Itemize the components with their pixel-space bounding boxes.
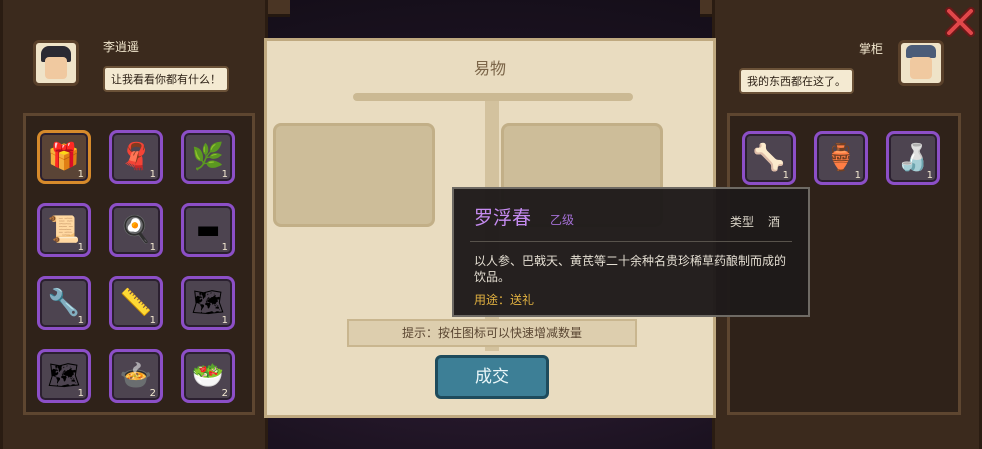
balance-beam [353,93,633,101]
player-item-slot[interactable]: 🗺 1 [181,276,235,330]
shopkeeper-item-slot[interactable]: 🏺 1 [814,131,868,185]
item-count: 1 [221,315,228,326]
player-inventory-panel: 🎁 1 🧣 1 🌿 1 📜 1 🍳 1 ▬ 1 🔧 1 📏 1 🗺 1 🗺 1 🍲 2 🥗 2 [23,113,255,415]
item-count: 1 [77,388,84,399]
item-count: 1 [149,315,156,326]
player-item-slot[interactable]: 🍲 2 [109,349,163,403]
deal-button[interactable]: 成交 [435,355,549,399]
treasure-chest-icon: 🎁 [47,142,81,172]
item-count: 1 [77,242,84,253]
player-item-slot[interactable]: 📜 1 [37,203,91,257]
player-item-slot[interactable]: 📏 1 [109,276,163,330]
close-icon[interactable] [944,6,976,38]
item-count: 1 [782,170,789,181]
bone-icon: 🦴 [752,143,786,173]
item-count: 1 [149,169,156,180]
player-item-slot[interactable]: 🍳 1 [109,203,163,257]
ruler-icon: 📏 [119,288,153,318]
player-speech-bubble: 让我看看你都有什么！ [103,66,229,92]
map-icon: 🗺 [191,288,225,318]
player-item-slot[interactable]: 🎁 1 [37,130,91,184]
item-tooltip: 罗浮春 乙级 类型 酒 以人参、巴戟天、黄芪等二十余种名贵珍稀草药酿制而成的饮品… [452,187,810,317]
item-type-label: 类型 [730,215,755,229]
item-name: 罗浮春 [474,207,532,229]
shopkeeper-name: 掌柜 [859,42,884,56]
item-count: 1 [221,169,228,180]
player-avatar [33,40,79,86]
item-description: 以人参、巴戟天、黄芪等二十余种名贵珍稀草药酿制而成的饮品。 [474,254,787,284]
item-type-value: 酒 [768,215,781,229]
item-count: 1 [149,242,156,253]
shopkeeper-speech-bubble: 我的东西都在这了。 [739,68,854,94]
item-count: 1 [77,169,84,180]
item-count: 1 [926,170,933,181]
vegetable-dish-icon: 🥗 [191,361,225,391]
iron-pan-icon: 🍳 [119,215,153,245]
item-count: 1 [221,242,228,253]
trade-title: 易物 [473,59,506,78]
player-item-slot[interactable]: 🗺 1 [37,349,91,403]
tooltip-divider [470,241,792,242]
iron-bar-icon: ▬ [195,215,221,245]
item-count: 1 [77,315,84,326]
wine-jar-icon: 🏺 [824,143,858,173]
pipe-icon: 🔧 [47,288,81,318]
meat-dish-icon: 🍲 [119,361,153,391]
item-count: 2 [221,388,228,399]
scroll-icon: 📜 [47,215,81,245]
map-icon: 🗺 [47,361,81,391]
shopkeeper-item-slot[interactable]: 🦴 1 [742,131,796,185]
player-item-slot[interactable]: 🌿 1 [181,130,235,184]
left-frame: 李逍遥 让我看看你都有什么！ 🎁 1 🧣 1 🌿 1 📜 1 🍳 1 ▬ 1 🔧 1 📏 1 🗺 1 🗺 1 🍲 2 🥗 2 [0,0,268,449]
shopkeeper-avatar [898,40,944,86]
item-usage: 用途：送礼 [474,293,535,307]
player-item-slot[interactable]: 🔧 1 [37,276,91,330]
item-count: 2 [149,388,156,399]
item-grade: 乙级 [550,213,575,227]
player-name: 李逍遥 [103,40,140,54]
hint-text: 提示：按住图标可以快速增减数量 [347,319,637,347]
herb-icon: 🌿 [191,142,225,172]
avatar-face [910,57,932,79]
player-item-slot[interactable]: 🧣 1 [109,130,163,184]
player-item-slot[interactable]: 🥗 2 [181,349,235,403]
shopkeeper-item-slot[interactable]: 🍶 1 [886,131,940,185]
item-count: 1 [854,170,861,181]
cloth-icon: 🧣 [119,142,153,172]
player-offer-plate[interactable] [273,123,435,227]
player-item-slot[interactable]: ▬ 1 [181,203,235,257]
wine-bottle-icon: 🍶 [896,143,930,173]
avatar-face [45,57,67,79]
